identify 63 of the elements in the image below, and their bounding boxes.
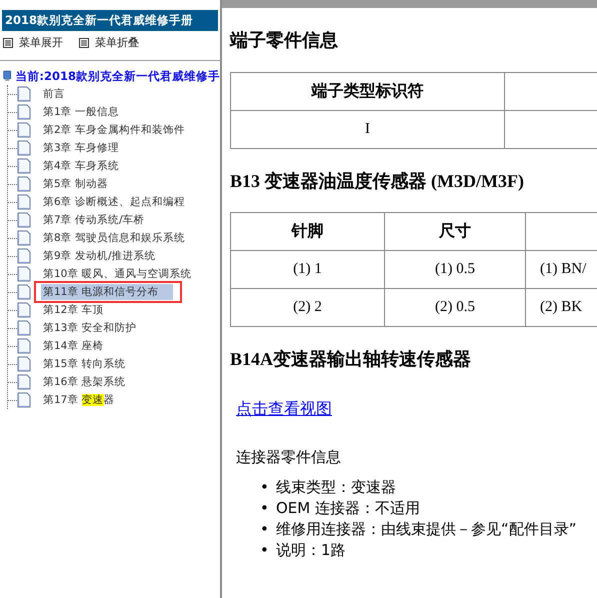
list-icon xyxy=(79,38,89,48)
tree-item[interactable]: 第8章 驾驶员信息和娱乐系统 xyxy=(41,230,188,246)
page-icon xyxy=(17,104,31,120)
header-cell: 端子类型标识符 xyxy=(230,72,504,110)
tree-item[interactable]: 第15章 转向系统 xyxy=(41,356,128,372)
page-icon xyxy=(17,122,31,138)
tree-item[interactable]: 第5章 制动器 xyxy=(41,176,110,192)
tree-item[interactable]: 第2章 车身金属构件和装饰件 xyxy=(41,122,188,138)
computer-icon xyxy=(3,68,12,84)
view-link[interactable]: 点击查看视图 xyxy=(236,398,332,420)
menu-button[interactable]: 菜单展开 xyxy=(3,35,63,50)
menu-button[interactable]: 菜单折叠 xyxy=(79,35,139,50)
bullet-marker: • xyxy=(260,476,270,498)
tree-item[interactable]: 第3章 车身修理 xyxy=(41,140,122,156)
tree-item[interactable]: 第16章 悬架系统 xyxy=(41,374,128,390)
tree-item[interactable]: 第12章 车顶 xyxy=(41,302,106,318)
tree-root[interactable]: 当前:2018款别克全新一代君威维修手 xyxy=(15,68,220,84)
page-icon xyxy=(17,194,31,210)
page-icon xyxy=(17,140,31,156)
page-icon xyxy=(17,176,31,192)
list-icon xyxy=(3,38,13,48)
page-icon xyxy=(17,392,31,408)
page-icon xyxy=(17,356,31,372)
page-icon xyxy=(17,86,31,102)
tree-item[interactable]: 第14章 座椅 xyxy=(41,338,106,354)
manual-title: 2018款别克全新一代君威维修手册 xyxy=(2,10,218,31)
table-cell: I xyxy=(230,110,504,148)
table-cell: (1) 1 xyxy=(230,250,384,289)
bullet-item: 维修用连接器：由线束提供－参见“配件目录” xyxy=(276,518,577,540)
page-icon xyxy=(17,248,31,264)
tree-item[interactable]: 第7章 传动系统/车桥 xyxy=(41,212,147,228)
tree-item[interactable]: 第9章 发动机/推进系统 xyxy=(41,248,158,264)
header-cell: 针脚 xyxy=(230,212,384,251)
bullet-item: 线束类型：变速器 xyxy=(276,476,396,498)
table-cell: (2) 2 xyxy=(230,288,384,327)
bullet-item: 说明：1路 xyxy=(276,540,346,561)
page-icon xyxy=(17,338,31,354)
page-icon xyxy=(17,302,31,318)
section-heading: B13 变速器油温度传感器 (M3D/M3F) xyxy=(230,170,525,192)
bullet-marker: • xyxy=(260,498,270,519)
tree-item[interactable]: 第11章 电源和信号分布 xyxy=(41,284,173,300)
tree-item[interactable]: 第13章 安全和防护 xyxy=(41,320,139,336)
header-cell: 尺寸 xyxy=(384,212,526,251)
tree-item[interactable]: 前言 xyxy=(41,86,67,102)
tree-item[interactable]: 第4章 车身系统 xyxy=(41,158,122,174)
table-cell: (2) 0.5 xyxy=(384,288,526,327)
page-icon xyxy=(17,284,31,300)
page-icon xyxy=(17,374,31,390)
page-icon xyxy=(17,230,31,246)
bullet-item: OEM 连接器：不适用 xyxy=(276,498,420,519)
tree-item[interactable]: 第10章 暖风、通风与空调系统 xyxy=(41,266,194,282)
page-icon xyxy=(17,320,31,336)
table-cell: (1) 0.5 xyxy=(384,250,526,289)
paragraph: 连接器零件信息 xyxy=(236,448,342,467)
page-icon xyxy=(17,266,31,282)
tree-item[interactable]: 第6章 诊断概述、起点和编程 xyxy=(41,194,188,210)
bullet-marker: • xyxy=(260,518,270,540)
page-icon xyxy=(17,212,31,228)
tree-item[interactable]: 第1章 一般信息 xyxy=(41,104,122,120)
bullet-marker: • xyxy=(260,540,270,561)
section-heading: B14A变速器输出轴转速传感器 xyxy=(230,349,472,371)
page-icon xyxy=(17,158,31,174)
section-heading: 端子零件信息 xyxy=(230,30,339,52)
